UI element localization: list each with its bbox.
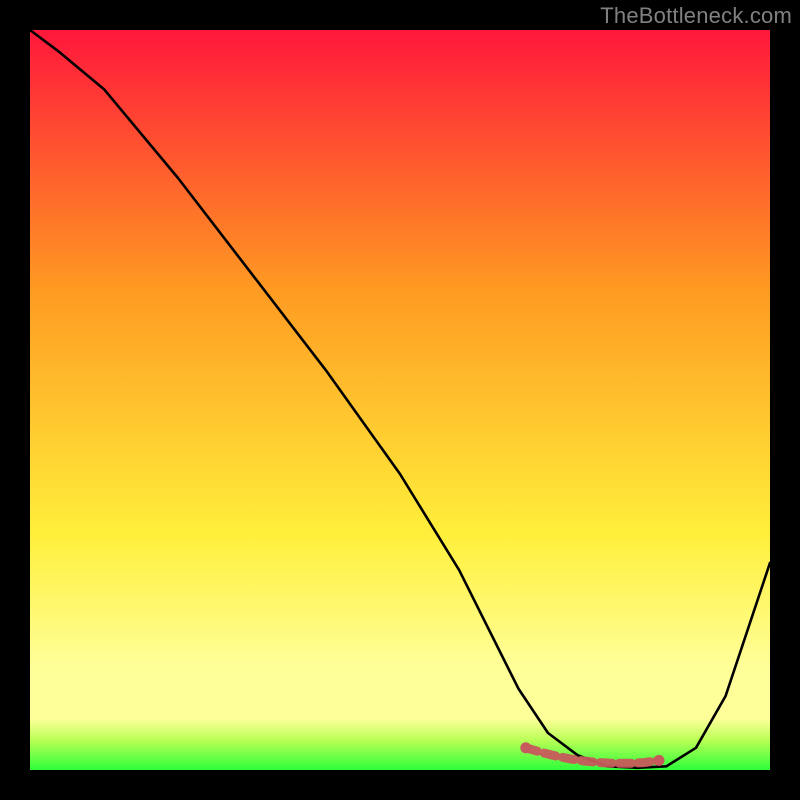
watermark-text: TheBottleneck.com bbox=[600, 3, 792, 29]
valley-end-marker bbox=[654, 755, 665, 766]
plot-background bbox=[30, 30, 770, 770]
bottleneck-plot bbox=[0, 0, 800, 800]
valley-end-marker bbox=[520, 742, 531, 753]
chart-container: { "watermark": "TheBottleneck.com", "plo… bbox=[0, 0, 800, 800]
